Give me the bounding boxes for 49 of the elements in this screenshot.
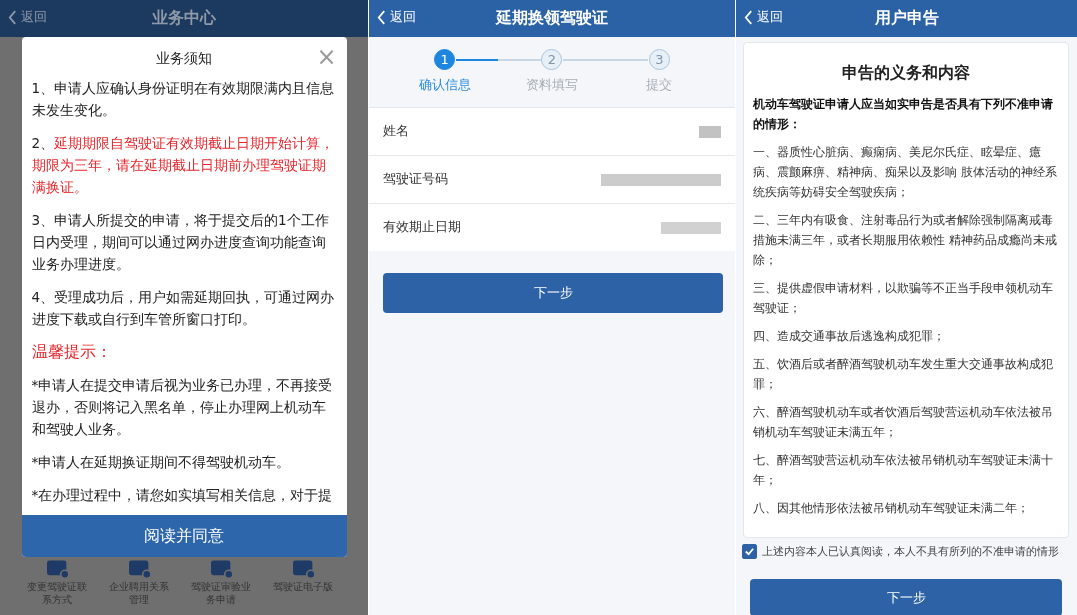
notice-paragraph: 1、申请人应确认身份证明在有效期限满内且信息未发生变化。	[31, 79, 335, 120]
card-icon[interactable]	[44, 559, 70, 580]
intro-text: 机动车驾驶证申请人应当如实申告是否具有下列不准申请的情形：	[753, 96, 1054, 133]
notice-paragraph: *申请人在延期换证期间不得驾驶机动车。	[31, 453, 292, 472]
field-label: 姓名	[383, 123, 409, 140]
notice-paragraph: *申请人在提交申请后视为业务已办理，不再接受退办，否则将记入黑名单，停止办理网上机动车和驾驶人业务。	[31, 376, 334, 439]
step-label: 确认信息	[418, 76, 471, 94]
screen-title: 用户申告	[874, 8, 939, 29]
chevron-left-icon	[744, 9, 753, 25]
checkmark-icon	[744, 546, 755, 557]
step-label: 资料填写	[526, 76, 578, 94]
condition-item: 四、造成交通事故后逃逸构成犯罪；	[753, 328, 946, 345]
card-icon[interactable]	[126, 559, 152, 580]
condition-item: 五、饮酒后或者醉酒驾驶机动车发生重大交通事故构成犯罪；	[753, 356, 1054, 393]
field-label: 有效期止日期	[383, 219, 461, 236]
notice-paragraph: 3、申请人所提交的申请，将于提交后的1个工作日内受理，期间可以通过网办进度查询功能查询业务办理进度。	[31, 211, 330, 274]
notice-paragraph: 4、受理成功后，用户如需延期回执，可通过网办进度下载或自行到车管所窗口打印。	[31, 288, 335, 329]
next-button[interactable]: 下一步	[750, 579, 1062, 615]
condition-item: 七、醉酒驾驶营运机动车依法被吊销机动车驾驶证未满十年；	[753, 452, 1054, 489]
next-button[interactable]: 下一步	[383, 273, 723, 313]
screen-title: 延期换领驾驶证	[496, 8, 608, 29]
tips-heading: 温馨提示：	[31, 341, 113, 363]
card-icon[interactable]	[208, 559, 234, 580]
back-button[interactable]: 返回	[744, 8, 783, 26]
notice-paragraph: *在办理过程中，请您如实填写相关信息，对于提	[31, 486, 334, 505]
step-label: 提交	[646, 76, 673, 94]
back-button[interactable]: 返回	[8, 8, 47, 26]
condition-item: 一、器质性心脏病、癫痫病、美尼尔氏症、眩晕症、癔病、震颤麻痹、精神病、痴呆以及影响 肢体活动的神经系统疾病等妨碍安全驾驶疾病；	[753, 144, 1058, 201]
notice-paragraph: 2、延期期限自驾驶证有效期截止日期开始计算，期限为三年，请在延期截止日期前办理驾驶证期满换证。	[31, 134, 335, 197]
condition-item: 八、因其他情形依法被吊销机动车驾驶证未满二年；	[753, 500, 1030, 517]
blurred-value	[699, 125, 721, 138]
condition-item: 六、醉酒驾驶机动车或者饮酒后驾驶营运机动车依法被吊销机动车驾驶证未满五年；	[753, 404, 1054, 441]
back-button[interactable]: 返回	[377, 8, 416, 26]
card-title: 申告的义务和内容	[841, 63, 971, 84]
step-number: 2	[541, 49, 563, 70]
agree-button[interactable]: 阅读并同意	[21, 515, 347, 557]
screen-title: 业务中心	[152, 8, 216, 29]
step-number: 1	[434, 49, 456, 70]
step-number: 3	[648, 49, 670, 70]
dialog-title: 业务须知	[156, 50, 212, 68]
field-label: 驾驶证号码	[383, 171, 448, 188]
card-icon[interactable]	[290, 559, 316, 580]
agree-checkbox[interactable]	[742, 544, 757, 559]
chevron-left-icon	[377, 9, 386, 25]
blurred-value	[661, 221, 721, 234]
agree-label[interactable]: 上述内容本人已认真阅读，本人不具有所列的不准申请的情形	[762, 544, 1059, 559]
condition-item: 三、提供虚假申请材料，以欺骗等不正当手段申领机动车驾驶证；	[753, 280, 1054, 317]
chevron-left-icon	[8, 9, 17, 25]
condition-item: 二、三年内有吸食、注射毒品行为或者解除强制隔离戒毒措施未满三年，或者长期服用依赖性 精神药品成瘾尚未戒除；	[753, 212, 1058, 269]
